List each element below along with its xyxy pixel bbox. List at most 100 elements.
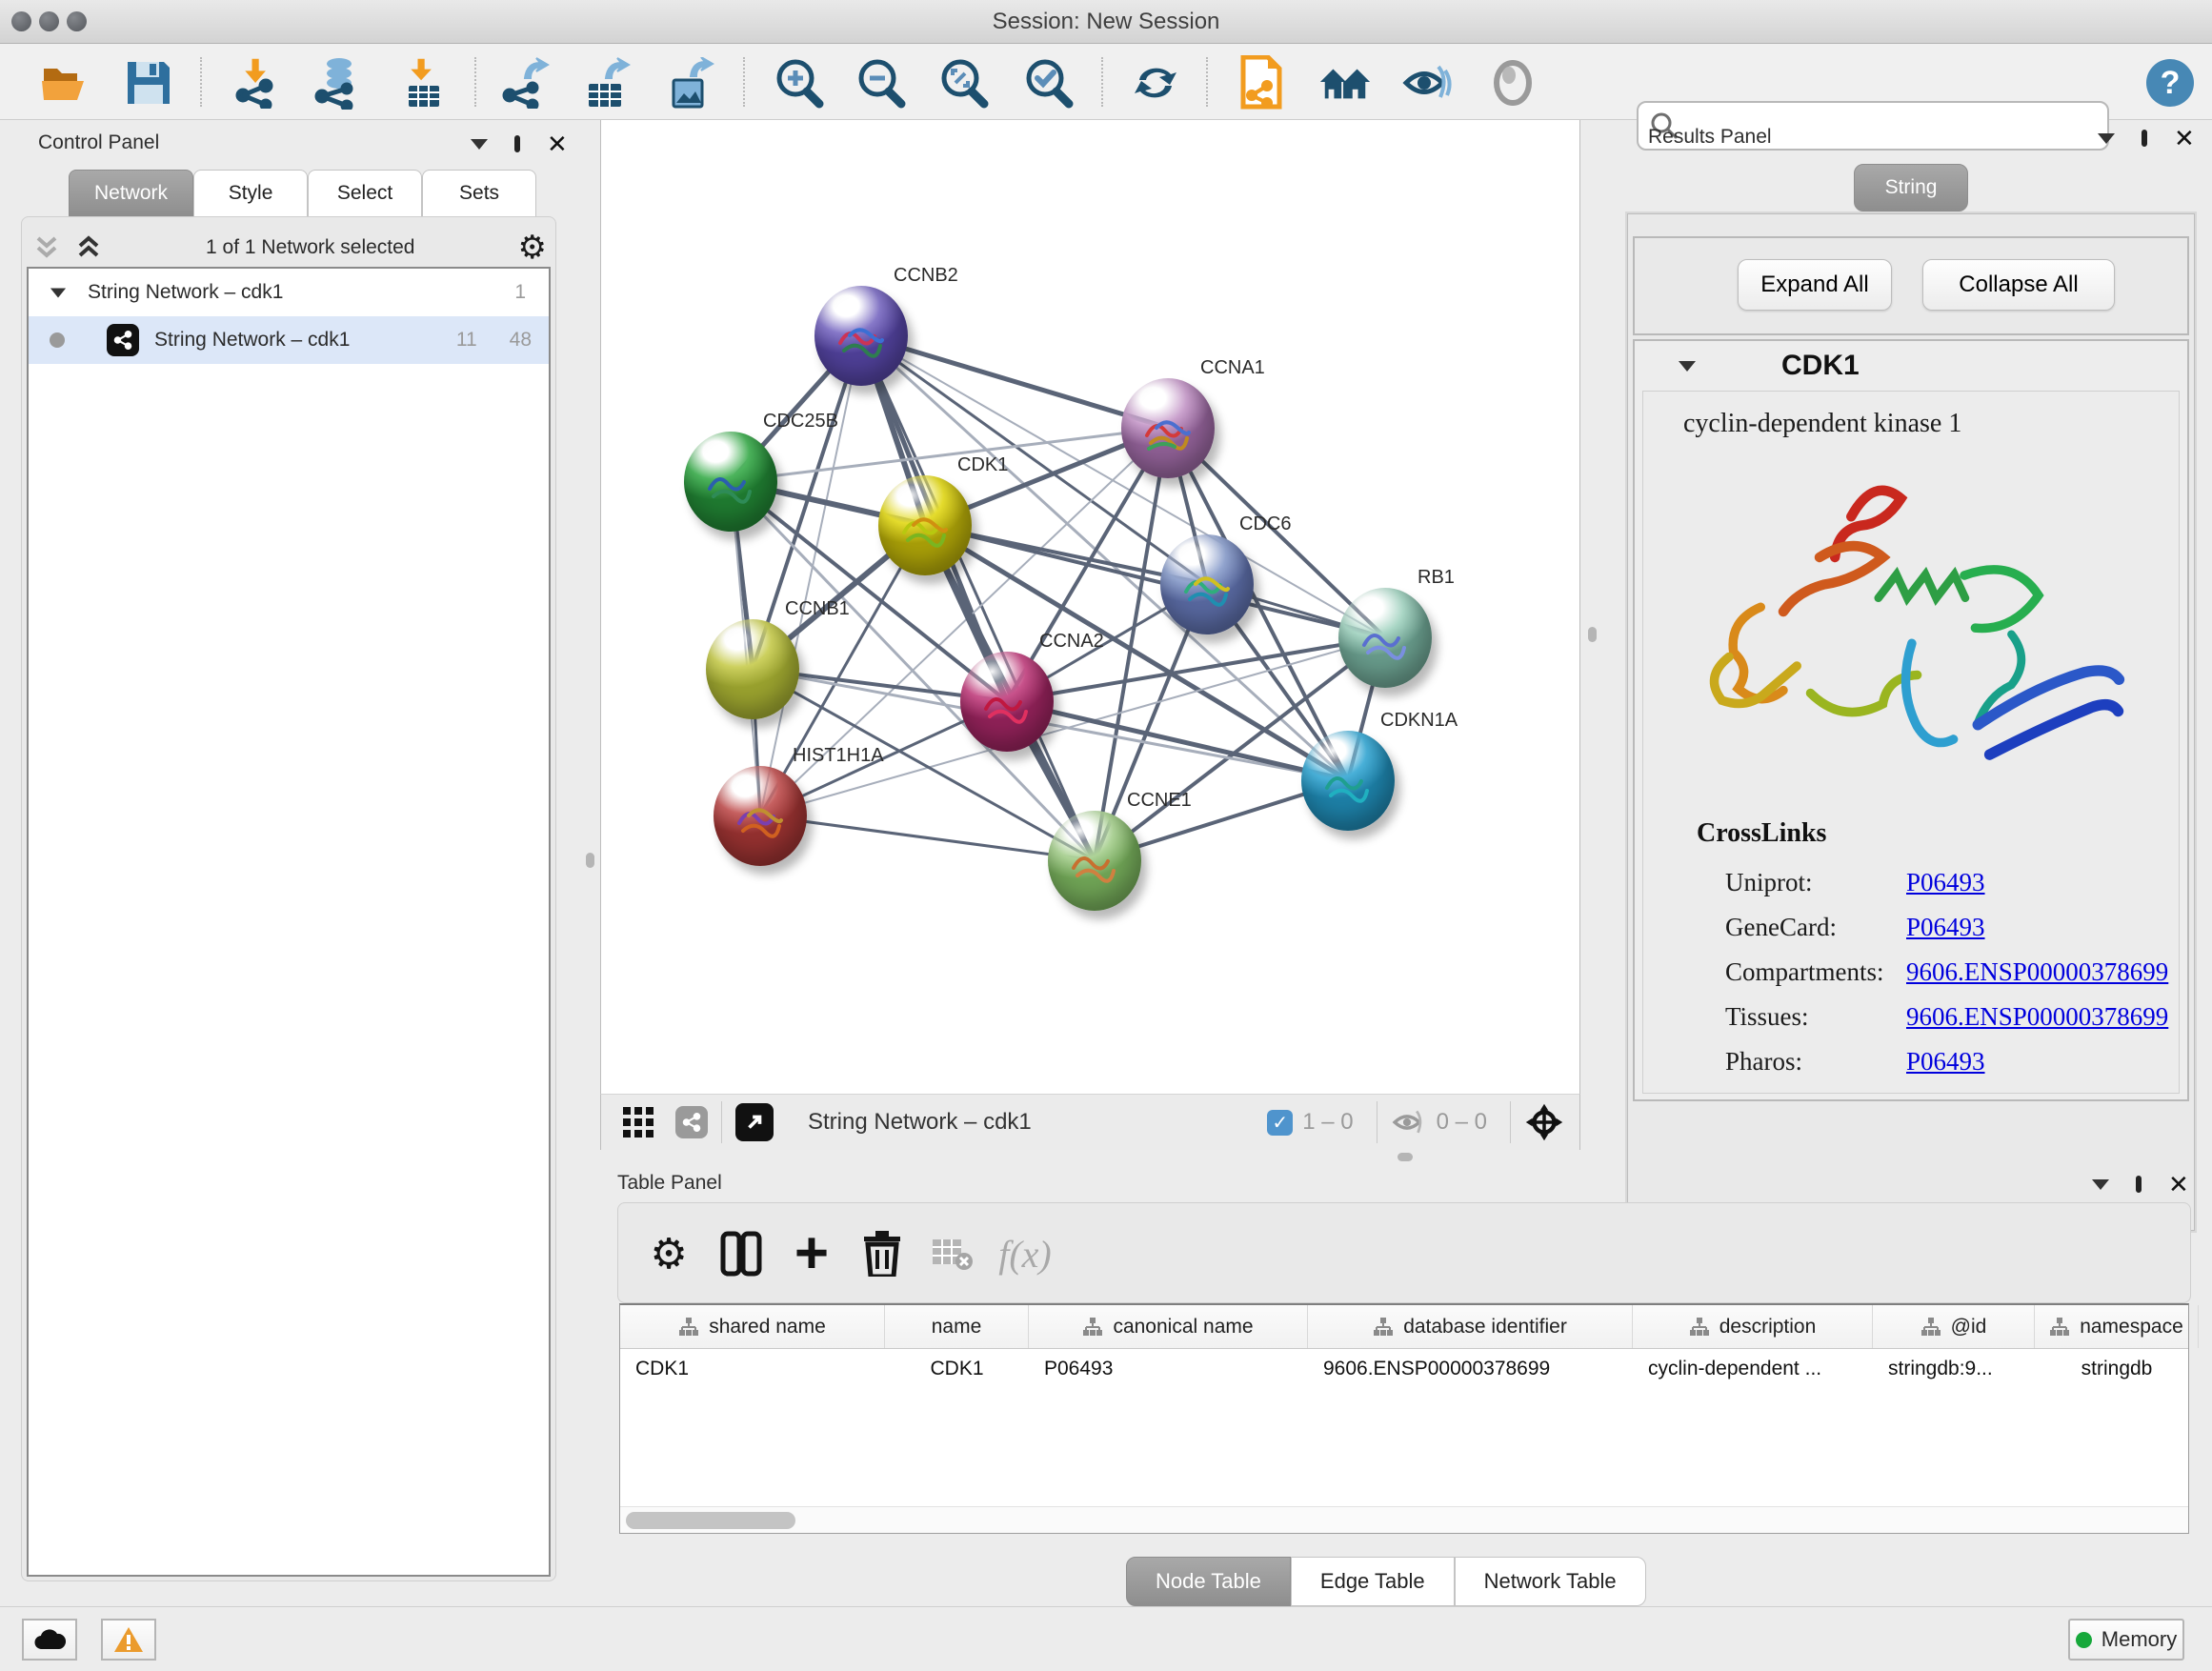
- crosslink-value-link[interactable]: P06493: [1906, 868, 1985, 897]
- network-row[interactable]: String Network – cdk1 11 48: [29, 316, 549, 364]
- crosslink-value-link[interactable]: P06493: [1906, 1047, 1985, 1077]
- cell-namespace[interactable]: stringdb: [2035, 1349, 2199, 1389]
- show-columns-icon[interactable]: [714, 1226, 769, 1281]
- edge-CCNA2-CDKN1A[interactable]: [1007, 701, 1348, 780]
- node-CCNB1[interactable]: [706, 619, 799, 719]
- results-panel-float-icon[interactable]: [2142, 130, 2147, 147]
- export-table-icon[interactable]: [578, 56, 632, 110]
- cloud-button[interactable]: [22, 1619, 77, 1661]
- tab-sets[interactable]: Sets: [422, 170, 536, 217]
- memory-button[interactable]: Memory: [2068, 1619, 2184, 1661]
- cell-database-identifier[interactable]: 9606.ENSP00000378699: [1308, 1349, 1633, 1389]
- table-type-tabs: Node TableEdge TableNetwork Table: [1126, 1557, 1646, 1606]
- cell-description[interactable]: cyclin-dependent ...: [1633, 1349, 1873, 1389]
- table-row[interactable]: CDK1CDK1P064939606.ENSP00000378699cyclin…: [620, 1349, 2188, 1389]
- tab-select[interactable]: Select: [308, 170, 422, 217]
- edge-CCNB2-CCNE1[interactable]: [861, 335, 1095, 860]
- control-panel-float-icon[interactable]: [514, 135, 520, 152]
- control-panel-menu-icon[interactable]: [471, 139, 488, 150]
- column-header-description[interactable]: description: [1633, 1305, 1873, 1348]
- export-image-icon[interactable]: [663, 56, 716, 110]
- string-document-icon[interactable]: [1235, 56, 1288, 110]
- cell-name[interactable]: CDK1: [885, 1349, 1029, 1389]
- column-header-database-identifier[interactable]: database identifier: [1308, 1305, 1633, 1348]
- cell-canonical-name[interactable]: P06493: [1029, 1349, 1308, 1389]
- import-network-file-icon[interactable]: [231, 56, 284, 110]
- hide-selected-icon[interactable]: [1400, 56, 1454, 110]
- network-view-toolbar: String Network – cdk1 ✓ 1 – 0 0 – 0: [600, 1094, 1580, 1150]
- zoom-selected-icon[interactable]: [1023, 56, 1076, 110]
- network-options-gear-icon[interactable]: ⚙: [518, 229, 547, 267]
- table-panel-float-icon[interactable]: [2136, 1176, 2142, 1193]
- open-in-window-icon[interactable]: [735, 1103, 774, 1141]
- add-column-icon[interactable]: +: [784, 1226, 839, 1281]
- results-panel-close-icon[interactable]: ✕: [2174, 130, 2195, 147]
- gene-entry-header[interactable]: CDK1: [1635, 341, 2187, 391]
- edge-HIST1H1A-CCNE1[interactable]: [760, 815, 1095, 860]
- open-session-icon[interactable]: [38, 56, 91, 110]
- birdseye-grid-icon[interactable]: [622, 1106, 654, 1138]
- table-settings-gear-icon[interactable]: ⚙: [641, 1226, 696, 1281]
- cloud-icon: [33, 1628, 66, 1651]
- crosslink-value-link[interactable]: 9606.ENSP00000378699: [1906, 1002, 2168, 1032]
- string-style-icon[interactable]: [675, 1106, 708, 1138]
- fit-content-crosshair-icon[interactable]: [1524, 1102, 1564, 1142]
- results-panel-menu-icon[interactable]: [2098, 133, 2115, 144]
- home-pair-icon[interactable]: [1318, 56, 1372, 110]
- export-network-icon[interactable]: [497, 56, 551, 110]
- zoom-in-icon[interactable]: [774, 56, 827, 110]
- crosslink-value-link[interactable]: P06493: [1906, 913, 1985, 942]
- edge-CDK1-RB1[interactable]: [925, 525, 1385, 637]
- node-ribbon-CCNA1: [1137, 405, 1198, 462]
- table-horizontal-scrollbar[interactable]: [620, 1507, 2188, 1533]
- results-panel: Results Panel ✕ String Expand All Collap…: [1619, 120, 2202, 1150]
- table-panel-close-icon[interactable]: ✕: [2168, 1176, 2189, 1193]
- right-splitter-handle[interactable]: [1588, 627, 1597, 642]
- tab-node-table[interactable]: Node Table: [1126, 1557, 1291, 1606]
- help-icon[interactable]: ?: [2143, 56, 2197, 110]
- tab-edge-table[interactable]: Edge Table: [1291, 1557, 1455, 1606]
- expand-all-icon[interactable]: [74, 232, 103, 263]
- column-header-canonical-name[interactable]: canonical name: [1029, 1305, 1308, 1348]
- collection-expander-icon[interactable]: [50, 288, 66, 297]
- scrollbar-thumb[interactable]: [626, 1512, 795, 1529]
- collapse-all-button[interactable]: Collapse All: [1922, 259, 2115, 311]
- edge-CCNB2-CCNA1[interactable]: [861, 335, 1168, 428]
- show-all-icon[interactable]: [1486, 56, 1539, 110]
- save-session-icon[interactable]: [122, 56, 175, 110]
- import-table-icon[interactable]: [396, 56, 450, 110]
- table-panel-menu-icon[interactable]: [2092, 1179, 2109, 1190]
- selected-checkbox-icon[interactable]: ✓: [1267, 1110, 1293, 1136]
- hidden-eye-icon[interactable]: [1391, 1108, 1427, 1137]
- cell-shared-name[interactable]: CDK1: [620, 1349, 885, 1389]
- import-network-database-icon[interactable]: [311, 56, 364, 110]
- network-collection-row[interactable]: String Network – cdk1 1: [29, 269, 549, 316]
- zoom-fit-icon[interactable]: [938, 56, 992, 110]
- selected-counts: 1 – 0: [1302, 1109, 1353, 1136]
- delete-column-icon[interactable]: [855, 1226, 910, 1281]
- network-canvas[interactable]: CCNB2CCNA1CDC25BCDK1CDC6RB1CCNB1CCNA2CDK…: [600, 120, 1580, 1094]
- tab-network-table[interactable]: Network Table: [1455, 1557, 1646, 1606]
- column-header-name[interactable]: name: [885, 1305, 1029, 1348]
- tab-network[interactable]: Network: [69, 170, 193, 217]
- cell--id[interactable]: stringdb:9...: [1873, 1349, 2035, 1389]
- column-header-shared-name[interactable]: shared name: [620, 1305, 885, 1348]
- network-selection-status: 1 of 1 Network selected: [103, 236, 518, 259]
- expand-all-button[interactable]: Expand All: [1738, 259, 1892, 311]
- title-bar: Session: New Session: [0, 0, 2212, 44]
- zoom-out-icon[interactable]: [855, 56, 909, 110]
- column-header--id[interactable]: @id: [1873, 1305, 2035, 1348]
- refresh-icon[interactable]: [1129, 56, 1182, 110]
- horizontal-splitter-handle[interactable]: [1398, 1153, 1413, 1161]
- node-label-CCNA2: CCNA2: [1039, 631, 1104, 653]
- tab-string[interactable]: String: [1854, 164, 1968, 211]
- tab-style[interactable]: Style: [193, 170, 308, 217]
- column-header-namespace[interactable]: namespace: [2035, 1305, 2199, 1348]
- warnings-button[interactable]: [101, 1619, 156, 1661]
- collapse-all-icon[interactable]: [32, 232, 61, 263]
- gene-expander-icon[interactable]: [1679, 361, 1696, 372]
- left-splitter-handle[interactable]: [586, 853, 594, 868]
- crosslink-value-link[interactable]: 9606.ENSP00000378699: [1906, 957, 2168, 987]
- control-panel-close-icon[interactable]: ✕: [547, 135, 568, 152]
- network-edge-count: 48: [510, 329, 532, 352]
